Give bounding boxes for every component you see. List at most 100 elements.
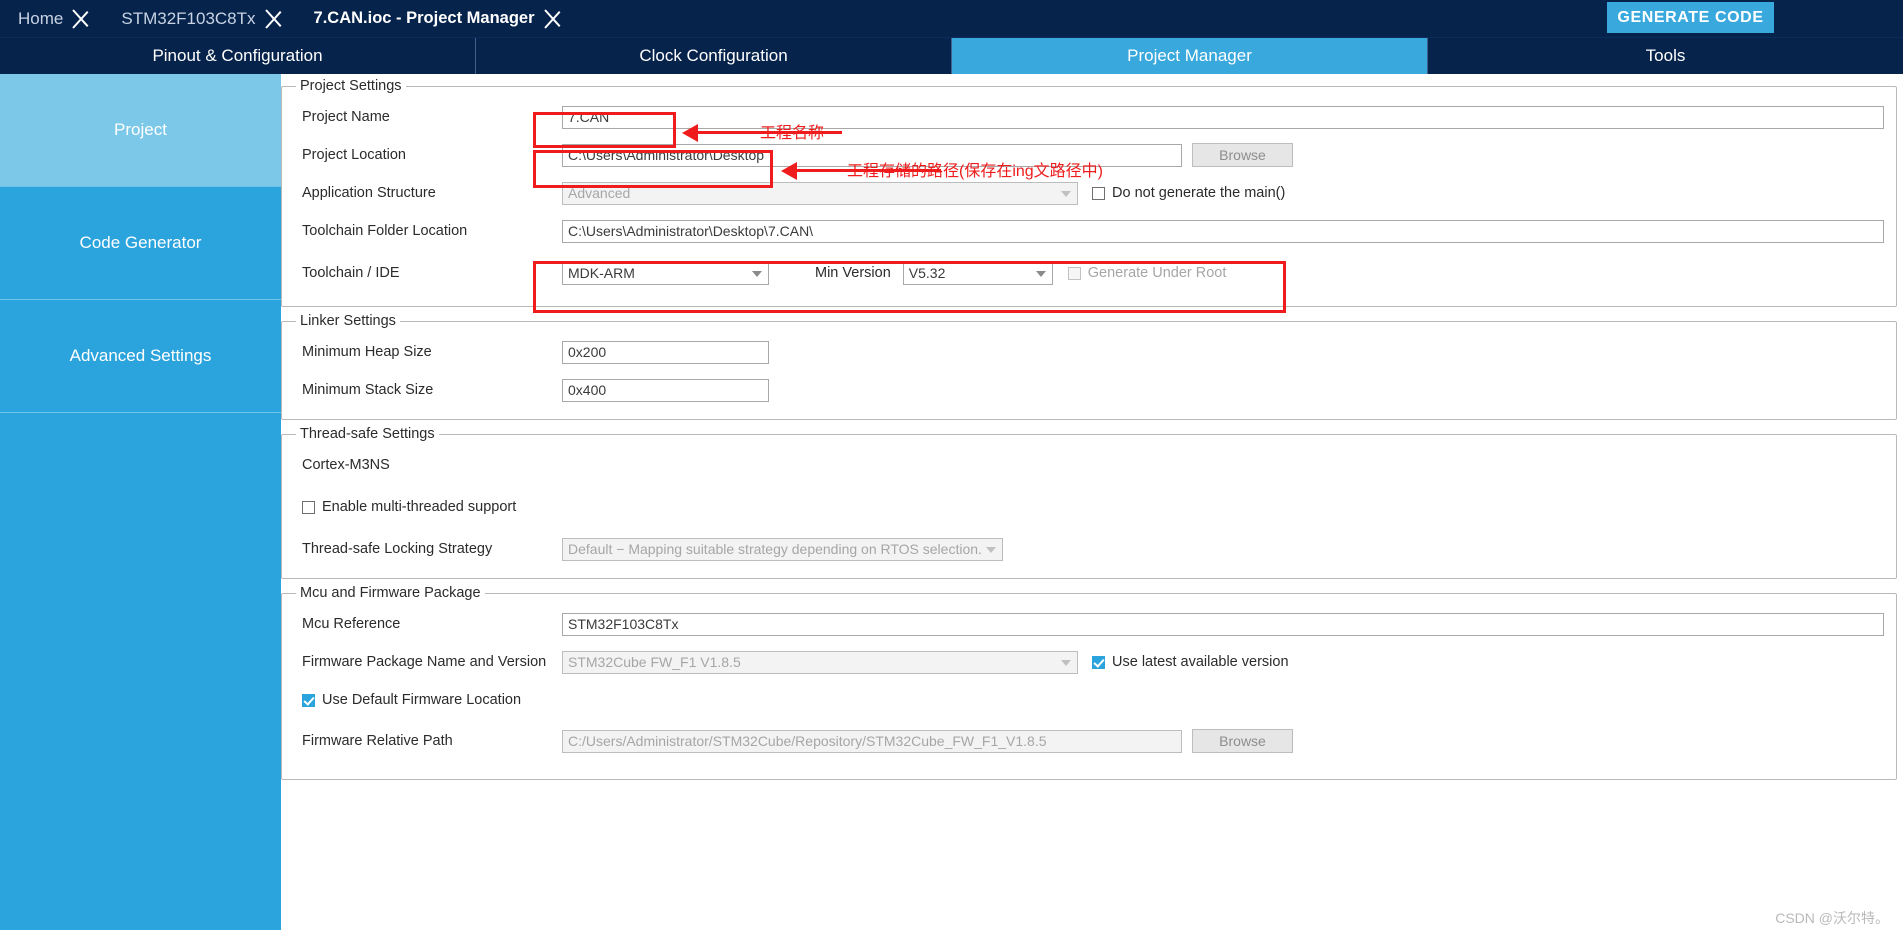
mcu-reference-label: Mcu Reference xyxy=(302,616,401,632)
toolchain-ide-select[interactable]: MDK-ARM xyxy=(562,261,769,285)
settings-panel: Project Settings Project Name 7.CAN Proj… xyxy=(281,74,1903,930)
breadcrumb-label: Home xyxy=(18,8,64,28)
enable-multithread-checkbox[interactable]: Enable multi-threaded support xyxy=(294,499,516,515)
generate-code-button[interactable]: GENERATE CODE xyxy=(1607,2,1774,33)
locking-strategy-select[interactable]: Default − Mapping suitable strategy depe… xyxy=(562,537,1003,561)
chevron-right-icon xyxy=(262,0,296,37)
row-toolchain-ide: Toolchain / IDE MDK-ARM Min Version V5.3… xyxy=(294,250,1884,296)
firmware-package-label: Firmware Package Name and Version xyxy=(302,654,547,670)
application-structure-label: Application Structure xyxy=(302,185,436,201)
tab-tools[interactable]: Tools xyxy=(1428,38,1903,74)
row-toolchain-folder-location: Toolchain Folder Location C:\Users\Admin… xyxy=(294,212,1884,250)
breadcrumb-bar: Home STM32F103C8Tx 7.CAN.ioc - Project M… xyxy=(0,0,1903,37)
tab-clock-configuration[interactable]: Clock Configuration xyxy=(476,38,952,74)
chevron-right-icon xyxy=(541,0,575,37)
application-structure-select[interactable]: Advanced xyxy=(562,181,1078,205)
use-latest-version-label: Use latest available version xyxy=(1112,654,1289,670)
sidebar-filler xyxy=(0,413,281,930)
row-use-default-firmware-location: Use Default Firmware Location xyxy=(294,681,1884,719)
sidebar-item-label: Code Generator xyxy=(79,233,202,252)
row-enable-multithread: Enable multi-threaded support xyxy=(294,484,1884,530)
breadcrumb-item-home[interactable]: Home xyxy=(0,0,69,37)
breadcrumb-item-mcu[interactable]: STM32F103C8Tx xyxy=(103,0,261,37)
tab-pinout-configuration[interactable]: Pinout & Configuration xyxy=(0,38,476,74)
checkbox-box xyxy=(302,693,315,707)
checkbox-box xyxy=(1092,655,1105,669)
group-legend-project-settings: Project Settings xyxy=(300,78,402,94)
breadcrumb-item-project-manager[interactable]: 7.CAN.ioc - Project Manager xyxy=(296,0,541,37)
group-mcu-firmware-package: Mcu and Firmware Package Mcu Reference S… xyxy=(281,585,1897,780)
browse-label: Browse xyxy=(1219,147,1266,163)
tab-label: Project Manager xyxy=(1127,46,1252,65)
enable-multithread-label: Enable multi-threaded support xyxy=(322,499,517,515)
use-default-firmware-location-label: Use Default Firmware Location xyxy=(322,692,522,708)
mcu-reference-input[interactable]: STM32F103C8Tx xyxy=(562,612,1884,636)
chevron-right-icon xyxy=(69,0,103,37)
use-latest-version-checkbox[interactable]: Use latest available version xyxy=(1092,654,1289,670)
watermark-text: CSDN @沃尔特。 xyxy=(1775,910,1889,926)
application-structure-value: Advanced xyxy=(568,184,631,201)
group-legend-thread-safe-settings: Thread-safe Settings xyxy=(300,426,435,442)
chevron-down-icon xyxy=(1061,660,1071,666)
tab-label: Clock Configuration xyxy=(639,46,788,65)
chevron-down-icon xyxy=(985,547,996,553)
firmware-relative-path-browse-button[interactable]: Browse xyxy=(1192,729,1293,753)
checkbox-box xyxy=(1067,266,1081,280)
generate-code-label: GENERATE CODE xyxy=(1617,8,1764,26)
row-minimum-stack-size: Minimum Stack Size 0x400 xyxy=(294,371,1884,409)
group-legend-mcu-firmware-package: Mcu and Firmware Package xyxy=(300,585,481,601)
breadcrumb-label: STM32F103C8Tx xyxy=(121,8,256,28)
tab-label: Pinout & Configuration xyxy=(152,46,323,65)
do-not-generate-main-label: Do not generate the main() xyxy=(1112,185,1286,201)
row-mcu-reference: Mcu Reference STM32F103C8Tx xyxy=(294,605,1884,643)
sidebar-item-project[interactable]: Project xyxy=(0,74,281,187)
use-default-firmware-location-checkbox[interactable]: Use Default Firmware Location xyxy=(294,692,521,708)
page-body: Project Code Generator Advanced Settings… xyxy=(0,74,1903,930)
project-location-browse-button[interactable]: Browse xyxy=(1192,143,1293,167)
min-version-value: V5.32 xyxy=(908,264,946,281)
row-core-name: Cortex-M3NS xyxy=(294,446,1884,484)
sidebar-item-advanced-settings[interactable]: Advanced Settings xyxy=(0,300,281,413)
do-not-generate-main-checkbox[interactable]: Do not generate the main() xyxy=(1092,185,1285,201)
row-firmware-relative-path: Firmware Relative Path C:/Users/Administ… xyxy=(294,719,1884,763)
chevron-down-icon xyxy=(1061,191,1071,197)
checkbox-box xyxy=(302,500,315,514)
firmware-relative-path-label: Firmware Relative Path xyxy=(302,733,453,749)
tab-label: Tools xyxy=(1645,46,1686,65)
locking-strategy-label: Thread-safe Locking Strategy xyxy=(302,541,493,557)
chevron-down-icon xyxy=(1035,271,1046,277)
toolchain-folder-location-input[interactable]: C:\Users\Administrator\Desktop\7.CAN\ xyxy=(562,219,1884,243)
toolchain-ide-value: MDK-ARM xyxy=(568,264,635,281)
annotation-text-project-location: 工程存储的路径(保存在ing文路径中) xyxy=(847,163,1104,180)
tab-project-manager[interactable]: Project Manager xyxy=(952,38,1428,74)
group-linker-settings: Linker Settings Minimum Heap Size 0x200 … xyxy=(281,313,1897,420)
breadcrumb-label: 7.CAN.ioc - Project Manager xyxy=(313,9,535,27)
toolchain-ide-label: Toolchain / IDE xyxy=(302,265,400,281)
row-minimum-heap-size: Minimum Heap Size 0x200 xyxy=(294,333,1884,371)
toolchain-folder-location-label: Toolchain Folder Location xyxy=(302,223,468,239)
project-location-label: Project Location xyxy=(302,147,406,163)
main-tab-bar: Pinout & Configuration Clock Configurati… xyxy=(0,37,1903,74)
group-legend-linker-settings: Linker Settings xyxy=(300,313,396,329)
sidebar-item-code-generator[interactable]: Code Generator xyxy=(0,187,281,300)
minimum-heap-size-input[interactable]: 0x200 xyxy=(562,340,769,364)
sidebar-item-label: Project xyxy=(114,120,167,139)
browse-label: Browse xyxy=(1219,733,1266,749)
row-locking-strategy: Thread-safe Locking Strategy Default − M… xyxy=(294,530,1884,568)
minimum-stack-size-input[interactable]: 0x400 xyxy=(562,378,769,402)
row-firmware-package: Firmware Package Name and Version STM32C… xyxy=(294,643,1884,681)
min-version-select[interactable]: V5.32 xyxy=(902,261,1053,285)
min-version-label: Min Version xyxy=(815,265,891,281)
firmware-relative-path-input[interactable]: C:/Users/Administrator/STM32Cube/Reposit… xyxy=(562,729,1182,753)
chevron-down-icon xyxy=(752,271,762,277)
project-name-label: Project Name xyxy=(302,109,390,125)
generate-under-root-label: Generate Under Root xyxy=(1087,265,1227,281)
sidebar: Project Code Generator Advanced Settings xyxy=(0,74,281,930)
checkbox-box xyxy=(1092,186,1105,200)
minimum-stack-size-label: Minimum Stack Size xyxy=(302,382,434,398)
generate-under-root-checkbox[interactable]: Generate Under Root xyxy=(1067,265,1227,281)
minimum-heap-size-label: Minimum Heap Size xyxy=(302,344,432,360)
sidebar-item-label: Advanced Settings xyxy=(69,346,212,365)
firmware-package-select[interactable]: STM32Cube FW_F1 V1.8.5 xyxy=(562,650,1078,674)
group-project-settings: Project Settings Project Name 7.CAN Proj… xyxy=(281,78,1897,313)
